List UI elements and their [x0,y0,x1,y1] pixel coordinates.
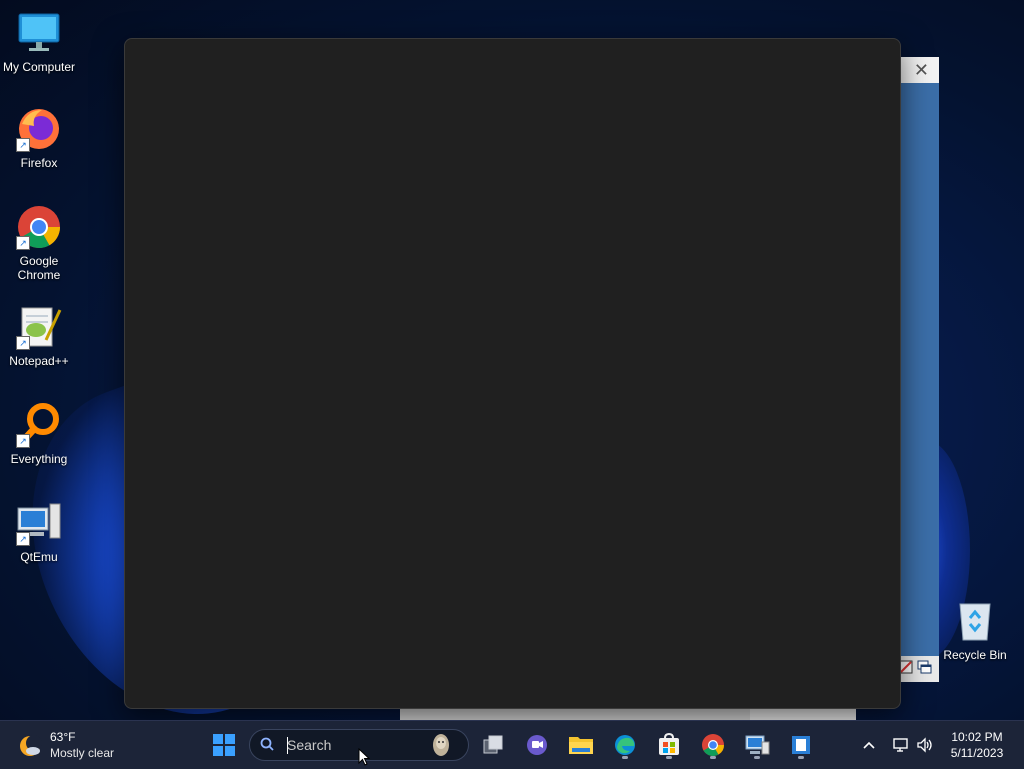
desktop-icon-recycle-bin[interactable]: Recycle Bin [937,598,1013,662]
taskbar-task-view[interactable] [477,729,509,761]
desktop-icon-everything[interactable]: ↗ Everything [1,402,77,466]
running-indicator [622,756,628,759]
teams-chat-icon [527,735,547,755]
shortcut-arrow-icon: ↗ [16,336,30,350]
running-indicator [798,756,804,759]
desktop-icon-qtemu[interactable]: ↗ QtEmu [1,500,77,564]
chrome-icon: ↗ [16,204,62,250]
desktop-icon-google-chrome[interactable]: ↗ Google Chrome [1,204,77,282]
shortcut-arrow-icon: ↗ [16,532,30,546]
weather-condition: Mostly clear [50,746,115,760]
recycle-bin-icon [952,598,998,644]
network-status[interactable] [890,729,912,761]
taskbar-teams-chat[interactable] [521,729,553,761]
shortcut-arrow-icon: ↗ [16,138,30,152]
notepadpp-icon: ↗ [16,304,62,350]
chrome-icon [702,734,724,756]
chevron-up-icon [863,741,875,749]
moon-cloud-icon [20,735,42,756]
edge-icon [615,735,635,755]
desktop-icon-label: Everything [10,452,68,466]
task-view-icon [483,735,503,754]
desktop-icon-label: Recycle Bin [943,648,1007,662]
desktop-icon-notepadpp[interactable]: ↗ Notepad++ [1,304,77,368]
desktop-icon-label: Google Chrome [17,254,61,282]
remote-desktop-icon [745,735,770,755]
windows-stack-icon[interactable] [917,660,933,676]
shortcut-arrow-icon: ↗ [16,434,30,448]
monitor-icon [16,10,62,56]
taskbar-notepad-app[interactable] [785,729,817,761]
show-hidden-icons[interactable] [858,729,880,761]
weather-widget[interactable]: 63°F Mostly clear [18,729,148,763]
running-indicator [666,756,672,759]
taskbar-chrome[interactable] [697,729,729,761]
mouse-pointer-icon [358,748,370,766]
shortcut-arrow-icon: ↗ [16,236,30,250]
desktop-icon-label: Firefox [20,156,58,170]
start-button[interactable] [208,729,240,761]
taskbar-file-explorer[interactable] [565,729,597,761]
qtemu-icon: ↗ [16,500,62,546]
search-highlight-icon[interactable] [430,733,452,757]
everything-search-icon: ↗ [16,402,62,448]
search-icon [260,737,274,751]
desktop-icon-firefox[interactable]: ↗ Firefox [1,106,77,170]
disconnect-icon[interactable] [899,660,913,674]
taskbar-remote-desktop[interactable] [741,729,773,761]
taskbar-edge[interactable] [609,729,641,761]
dark-app-window[interactable] [124,38,901,709]
running-indicator [754,756,760,759]
desktop-icon-my-computer[interactable]: My Computer [1,10,77,74]
volume-control[interactable] [914,729,936,761]
desktop-icon-label: My Computer [2,60,76,74]
clock[interactable]: 10:02 PM 5/11/2023 [940,729,1014,761]
file-explorer-icon [569,737,593,754]
weather-temp: 63°F [50,730,76,744]
firefox-icon: ↗ [16,106,62,152]
close-icon[interactable]: ✕ [914,60,929,81]
speaker-icon [917,737,932,753]
running-indicator [710,756,716,759]
search-placeholder: Search [287,737,332,753]
desktop-icon-label: QtEmu [20,550,58,564]
clock-date: 5/11/2023 [950,746,1004,760]
taskbar: 63°F Mostly clear Search 10:02 PM 5/11/2… [0,720,1024,769]
notepad-app-icon [792,736,810,754]
microsoft-store-icon [659,733,679,755]
windows-logo-icon [213,734,235,756]
clock-time: 10:02 PM [951,730,1003,744]
desktop-icon-label: Notepad++ [9,354,69,368]
taskbar-microsoft-store[interactable] [653,729,685,761]
network-icon [893,738,908,752]
